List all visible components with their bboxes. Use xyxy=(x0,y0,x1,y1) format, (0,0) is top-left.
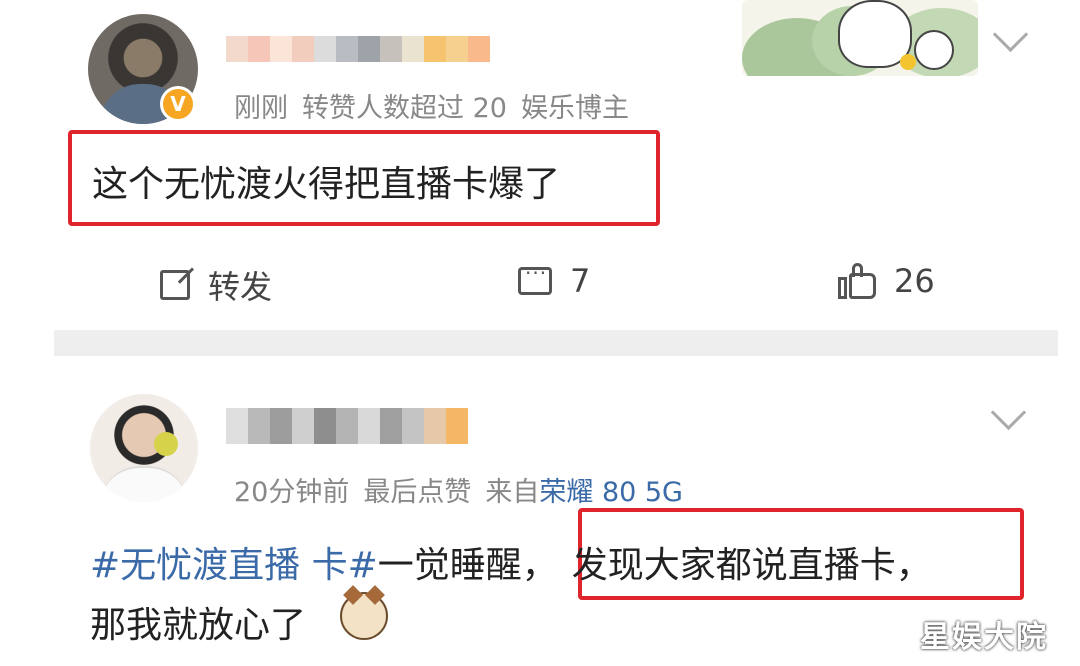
chevron-down-icon[interactable] xyxy=(992,16,1029,53)
cat-emoji-icon xyxy=(340,592,388,640)
blur-pixel xyxy=(358,408,380,444)
blur-pixel xyxy=(468,36,490,62)
post-time: 20分钟前 xyxy=(234,477,350,508)
post-text-part: 一觉睡醒， xyxy=(377,545,558,586)
share-icon xyxy=(160,270,190,300)
post-meta: 刚刚 转赞人数超过 20 娱乐博主 xyxy=(234,86,629,125)
blur-pixel xyxy=(424,408,446,444)
user-avatar[interactable] xyxy=(90,394,198,502)
device-link[interactable]: 荣耀 80 5G xyxy=(539,477,683,508)
like-icon xyxy=(838,263,876,299)
blur-pixel xyxy=(424,36,446,62)
blur-pixel xyxy=(314,408,336,444)
comment-icon xyxy=(518,261,552,295)
blur-pixel xyxy=(226,408,248,444)
post-time: 刚刚 xyxy=(234,93,288,124)
blur-pixel xyxy=(292,36,314,62)
blur-pixel xyxy=(292,408,314,444)
blur-pixel xyxy=(226,36,248,62)
hashtag-link[interactable]: #无忧渡直播 卡# xyxy=(90,545,378,586)
last-like-label: 最后点赞 xyxy=(363,477,472,508)
blur-pixel xyxy=(446,36,468,62)
username-blurred[interactable] xyxy=(226,408,468,444)
verified-badge: V xyxy=(160,86,196,122)
repost-like-tag: 转赞人数超过 20 xyxy=(302,93,507,124)
blur-pixel xyxy=(358,36,380,62)
section-divider xyxy=(54,330,1058,356)
blur-pixel xyxy=(380,408,402,444)
comment-button[interactable]: 7 xyxy=(518,261,591,300)
source-label: 来自 xyxy=(485,477,540,508)
comment-count: 7 xyxy=(570,262,591,300)
blur-pixel xyxy=(314,36,336,62)
blur-pixel xyxy=(270,36,292,62)
blur-pixel xyxy=(402,408,424,444)
username-blurred[interactable] xyxy=(226,36,490,62)
post-meta: 20分钟前 最后点赞 来自荣耀 80 5G xyxy=(234,470,683,509)
blur-pixel xyxy=(336,36,358,62)
blur-pixel xyxy=(402,36,424,62)
blur-pixel xyxy=(248,408,270,444)
blur-pixel xyxy=(248,36,270,62)
user-role: 娱乐博主 xyxy=(520,93,629,124)
like-button[interactable]: 26 xyxy=(838,262,935,300)
like-count: 26 xyxy=(894,262,935,300)
blur-pixel xyxy=(270,408,292,444)
highlighted-text: 发现大家都说直播卡， xyxy=(571,545,932,586)
post-text: 这个无忧渡火得把直播卡爆了 xyxy=(92,164,561,205)
repost-button[interactable]: 转发 xyxy=(160,262,272,308)
repost-label: 转发 xyxy=(208,268,273,306)
post-text: #无忧渡直播 卡#一觉睡醒， 发现大家都说直播卡， xyxy=(90,536,932,588)
decorative-sticker xyxy=(742,0,978,76)
blur-pixel xyxy=(336,408,358,444)
blur-pixel xyxy=(380,36,402,62)
watermark: 星娱大院 xyxy=(920,620,1048,655)
blur-pixel xyxy=(446,408,468,444)
chevron-down-icon[interactable] xyxy=(990,394,1027,431)
post-text-line2: 那我就放心了 xyxy=(90,605,307,646)
